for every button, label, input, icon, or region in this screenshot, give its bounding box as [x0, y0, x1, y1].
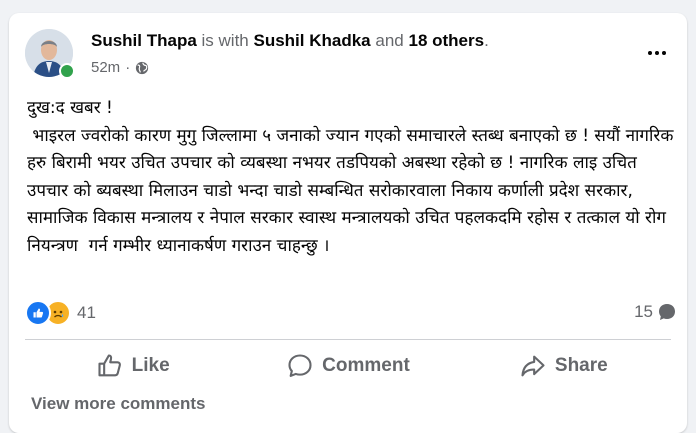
thumbs-up-icon	[98, 354, 121, 377]
header-period: .	[484, 31, 489, 50]
and-text: and	[375, 31, 404, 50]
like-button[interactable]: Like	[25, 341, 240, 391]
like-label: Like	[131, 355, 170, 376]
tagged-person[interactable]: Sushil Khadka	[254, 31, 371, 50]
comments-count[interactable]: 15	[634, 302, 677, 322]
meta-separator: ·	[125, 59, 131, 76]
post-time[interactable]: 52m	[91, 59, 120, 76]
online-status-dot	[59, 63, 75, 79]
comment-label: Comment	[322, 355, 410, 376]
actions-divider	[25, 339, 671, 340]
post-meta: 52m ·	[91, 59, 149, 76]
reaction-count: 41	[77, 303, 96, 322]
post-card: Sushil Thapa is with Sushil Khadka and 1…	[9, 13, 687, 433]
like-reaction-icon	[25, 300, 51, 326]
post-body: दुख:द खबर ! भाइरल ज्वरोको कारण मुगु जिल्…	[27, 98, 674, 256]
share-icon	[521, 355, 545, 377]
share-label: Share	[554, 355, 608, 376]
globe-icon	[136, 61, 149, 74]
author-avatar[interactable]	[25, 29, 75, 79]
more-options-button[interactable]	[645, 41, 669, 65]
view-more-comments-link[interactable]: View more comments	[31, 394, 205, 414]
comment-button[interactable]: Comment	[240, 341, 455, 391]
comments-count-number: 15	[634, 302, 653, 321]
post-header: Sushil Thapa is with Sushil Khadka and 1…	[91, 31, 489, 51]
comment-icon	[288, 354, 312, 377]
with-text: is with	[201, 31, 249, 50]
tagged-others[interactable]: 18 others	[408, 31, 484, 50]
author-name[interactable]: Sushil Thapa	[91, 31, 197, 50]
more-dot	[662, 51, 666, 55]
reactions-summary[interactable]: 41	[25, 300, 96, 326]
share-button[interactable]: Share	[456, 341, 671, 391]
post-actions: Like Comment Share	[25, 341, 671, 391]
more-dot	[655, 51, 659, 55]
comment-bubble-icon	[659, 304, 675, 320]
more-dot	[648, 51, 652, 55]
